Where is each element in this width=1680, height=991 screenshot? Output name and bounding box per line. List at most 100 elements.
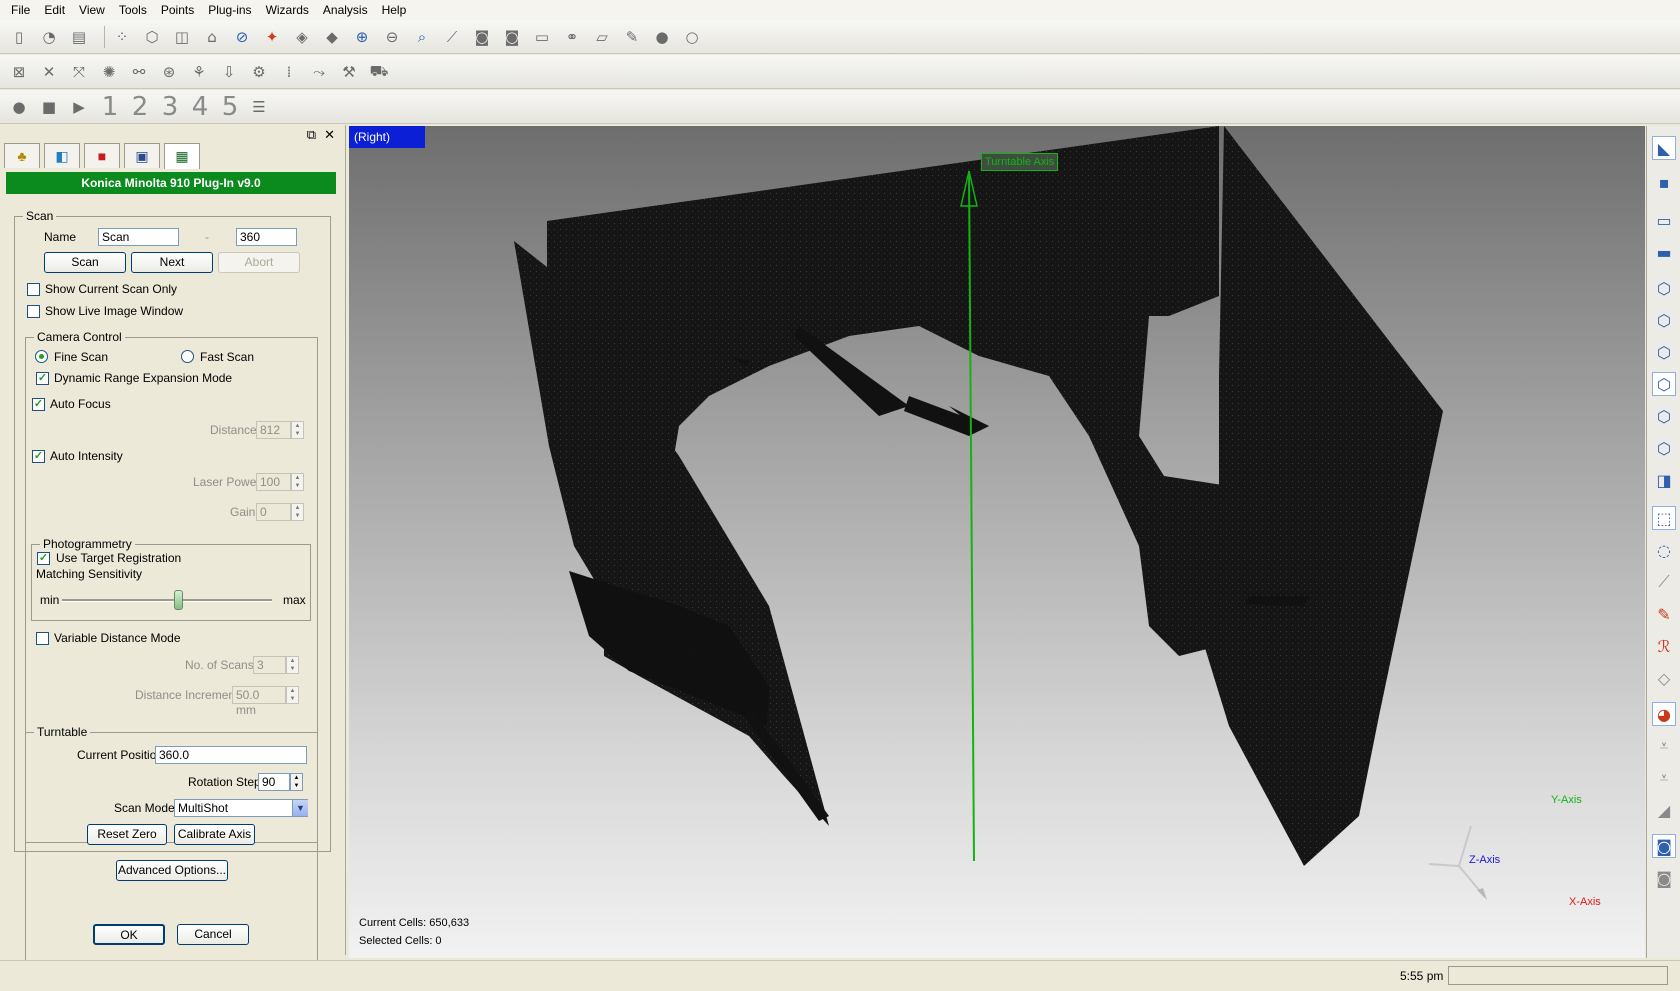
scan-button[interactable]: Scan bbox=[44, 252, 126, 273]
fine-scan-radio[interactable] bbox=[35, 350, 48, 363]
panel-icon[interactable]: ▭ bbox=[531, 26, 553, 48]
laser-power-spinner[interactable]: ▲ ▼ bbox=[291, 473, 304, 491]
matching-sensitivity-slider[interactable] bbox=[173, 590, 183, 610]
scan-name-input[interactable]: Scan bbox=[98, 228, 179, 246]
measure-icon[interactable]: ⟋ bbox=[441, 26, 463, 48]
camera-settings-icon[interactable]: ◙ bbox=[501, 26, 523, 48]
window-view-icon[interactable]: ▭ bbox=[1652, 208, 1676, 232]
paint-select-icon[interactable]: ✎ bbox=[1652, 602, 1676, 626]
show-live-image-window-checkbox[interactable] bbox=[27, 305, 40, 318]
shade-icon[interactable]: ◈ bbox=[291, 26, 313, 48]
save-icon[interactable]: ▤ bbox=[68, 26, 90, 48]
tab-scanner[interactable]: ■ bbox=[84, 143, 120, 168]
smooth-icon[interactable]: ⤳ bbox=[308, 61, 330, 83]
menu-points[interactable]: Points bbox=[154, 0, 201, 20]
wrap-icon[interactable]: ⊛ bbox=[158, 61, 180, 83]
surface-icon[interactable]: ▱ bbox=[591, 26, 613, 48]
sphere-icon[interactable]: ● bbox=[651, 26, 673, 48]
distance-increment-input[interactable]: 50.0 mm bbox=[232, 686, 286, 717]
scan-number-4[interactable]: 4 bbox=[188, 92, 212, 122]
delete-points-icon[interactable]: ✕ bbox=[38, 61, 60, 83]
gain-input[interactable]: 0 bbox=[256, 503, 291, 521]
laser-power-input[interactable]: 100 bbox=[256, 473, 291, 491]
fast-scan-radio[interactable] bbox=[181, 350, 194, 363]
filter-up-icon[interactable]: ⩡ bbox=[1652, 766, 1676, 790]
menu-wizards[interactable]: Wizards bbox=[259, 0, 316, 20]
view-bottom-icon[interactable]: ⬡ bbox=[1652, 436, 1676, 460]
polyline-select-icon[interactable]: ◇ bbox=[1652, 666, 1676, 690]
sample-icon[interactable]: ⚘ bbox=[188, 61, 210, 83]
open-file-icon[interactable]: ◔ bbox=[38, 26, 60, 48]
show-current-scan-only-checkbox[interactable] bbox=[27, 283, 40, 296]
filter-icon[interactable]: ✺ bbox=[98, 61, 120, 83]
zoom-out-icon[interactable]: ⊖ bbox=[381, 26, 403, 48]
scan-mode-select[interactable]: MultiShot bbox=[174, 799, 308, 817]
float-panel-icon[interactable]: ⧉ bbox=[307, 127, 316, 143]
circle-icon[interactable]: ○ bbox=[681, 26, 703, 48]
dynamic-range-checkbox[interactable]: ✓ bbox=[36, 372, 49, 385]
matching-sensitivity-track[interactable] bbox=[62, 599, 272, 602]
distance-input[interactable]: 812 bbox=[256, 421, 291, 439]
scan-number-3[interactable]: 3 bbox=[158, 92, 182, 122]
zoom-in-icon[interactable]: ⊕ bbox=[351, 26, 373, 48]
polygon-icon[interactable]: ⬡ bbox=[141, 26, 163, 48]
points-icon[interactable]: ⁘ bbox=[111, 26, 133, 48]
view-left-icon[interactable]: ⬡ bbox=[1652, 340, 1676, 364]
hammer-icon[interactable]: ⚒ bbox=[338, 61, 360, 83]
tab-model-tree[interactable]: ♣ bbox=[4, 143, 40, 168]
slope-icon[interactable]: ◢ bbox=[1652, 798, 1676, 822]
distance-increment-spinner[interactable]: ▲ ▼ bbox=[286, 686, 299, 704]
view-iso-icon[interactable]: ◨ bbox=[1652, 468, 1676, 492]
shaded-view-icon[interactable]: ◣ bbox=[1652, 136, 1676, 160]
advanced-options-button[interactable]: Advanced Options... bbox=[116, 860, 228, 881]
view-front-icon[interactable]: ⬡ bbox=[1652, 276, 1676, 300]
menu-view[interactable]: View bbox=[72, 0, 112, 20]
abort-button[interactable]: Abort bbox=[218, 252, 300, 273]
scan-number-5[interactable]: 5 bbox=[218, 92, 242, 122]
menu-edit[interactable]: Edit bbox=[37, 0, 72, 20]
auto-intensity-checkbox[interactable]: ✓ bbox=[32, 450, 45, 463]
color-sphere-icon[interactable]: ◕ bbox=[1652, 702, 1676, 726]
crop-icon[interactable]: ⊠ bbox=[8, 61, 30, 83]
freeform-select-icon[interactable]: ℛ bbox=[1652, 634, 1676, 658]
cube-icon[interactable]: ◫ bbox=[171, 26, 193, 48]
chevron-down-icon[interactable]: ▼ bbox=[292, 800, 308, 816]
rotation-step-input[interactable]: 90 bbox=[258, 773, 290, 791]
line-select-icon[interactable]: ⟋ bbox=[1652, 570, 1676, 594]
gain-spinner[interactable]: ▲ ▼ bbox=[291, 503, 304, 521]
rotation-step-spinner[interactable]: ▲ ▼ bbox=[290, 773, 303, 791]
menu-help[interactable]: Help bbox=[375, 0, 414, 20]
variable-distance-mode-checkbox[interactable] bbox=[36, 632, 49, 645]
reset-zero-button[interactable]: Reset Zero bbox=[87, 824, 167, 845]
rectangle-select-icon[interactable]: ⬚ bbox=[1652, 506, 1676, 530]
view-top-icon[interactable]: ⬡ bbox=[1652, 404, 1676, 428]
play-icon[interactable]: ▶ bbox=[68, 96, 90, 118]
use-target-registration-checkbox[interactable]: ✓ bbox=[37, 552, 50, 565]
pen-icon[interactable]: ✎ bbox=[621, 26, 643, 48]
stop-icon[interactable]: ■ bbox=[38, 96, 60, 118]
calibrate-axis-button[interactable]: Calibrate Axis bbox=[174, 824, 255, 845]
filter-down-icon[interactable]: ⩡ bbox=[1652, 734, 1676, 758]
folder-view-icon[interactable]: ▬ bbox=[1652, 240, 1676, 264]
transform-icon[interactable]: ⤧ bbox=[68, 61, 90, 83]
cancel-button[interactable]: Cancel bbox=[177, 924, 249, 945]
current-position-input[interactable]: 360.0 bbox=[155, 746, 307, 764]
register-icon[interactable]: ⚙ bbox=[248, 61, 270, 83]
next-button[interactable]: Next bbox=[131, 252, 213, 273]
distance-spinner[interactable]: ▲ ▼ bbox=[291, 421, 304, 439]
target-icon[interactable]: ✦ bbox=[261, 26, 283, 48]
align-icon[interactable]: ⇩ bbox=[218, 61, 240, 83]
scan-number-1[interactable]: 1 bbox=[98, 92, 122, 122]
texture-icon[interactable]: ◆ bbox=[321, 26, 343, 48]
truck-icon[interactable]: ⛟ bbox=[368, 61, 390, 83]
tab-grid[interactable]: ▦ bbox=[164, 143, 200, 169]
camera-icon[interactable]: ◙ bbox=[471, 26, 493, 48]
list-icon[interactable]: ☰ bbox=[248, 96, 270, 118]
view-back-icon[interactable]: ⬡ bbox=[1652, 308, 1676, 332]
no-of-scans-input[interactable]: 3 bbox=[253, 656, 286, 674]
menu-tools[interactable]: Tools bbox=[112, 0, 154, 20]
new-file-icon[interactable]: ▯ bbox=[8, 26, 30, 48]
mesh-icon[interactable]: ⌂ bbox=[201, 26, 223, 48]
registration-icon[interactable]: ⚭ bbox=[561, 26, 583, 48]
lasso-select-icon[interactable]: ◌ bbox=[1652, 538, 1676, 562]
